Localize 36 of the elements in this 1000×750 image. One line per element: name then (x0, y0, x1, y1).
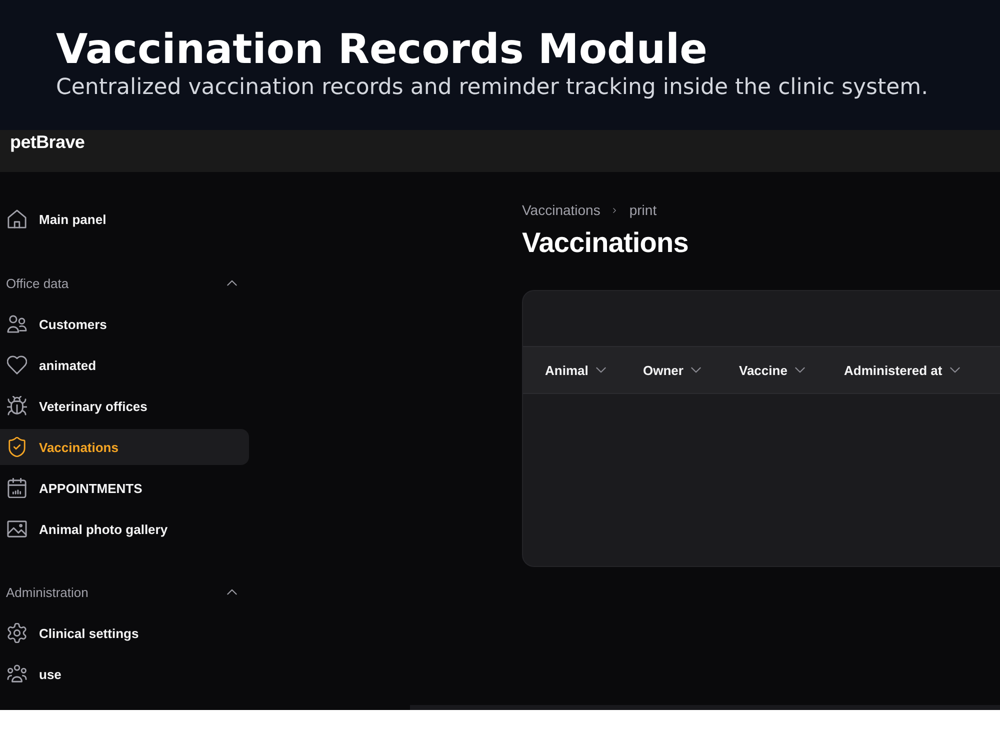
heart-icon (7, 355, 27, 375)
sidebar-item[interactable]: Customers (0, 306, 249, 342)
sidebar-item[interactable]: Animal photo gallery (0, 511, 249, 547)
sidebar-item[interactable]: use (0, 656, 249, 692)
breadcrumb-link[interactable]: Vaccinations (522, 202, 600, 218)
breadcrumb-current: print (629, 202, 657, 218)
section-header[interactable]: Office data (0, 265, 249, 301)
page-title: Vaccinations (522, 226, 690, 260)
column-header[interactable]: Vaccine (739, 347, 806, 393)
chevron-right-icon (612, 206, 618, 214)
app-logo: petBrave (10, 132, 85, 152)
section-header[interactable]: Administration (0, 574, 249, 610)
sidebar-item[interactable]: APPOINTMENTS (0, 470, 249, 506)
column-header[interactable]: Animal (545, 347, 606, 393)
image-icon (7, 519, 27, 539)
home-icon (7, 209, 27, 229)
group-icon (7, 664, 27, 684)
chevron-down-icon (691, 367, 702, 373)
horizontal-scrollbar[interactable] (410, 705, 1000, 710)
sidebar-item[interactable]: Vaccinations (0, 429, 249, 465)
settings-icon (7, 623, 27, 643)
sidebar-item[interactable]: Clinical settings (0, 615, 249, 651)
sidebar-item[interactable]: Main panel (0, 201, 249, 237)
sidebar-item[interactable]: animated (0, 347, 249, 383)
shield-check-icon (7, 437, 27, 457)
chevron-down-icon (950, 367, 960, 373)
column-header[interactable]: Administered at (844, 347, 960, 393)
column-header[interactable]: Owner (643, 347, 702, 393)
calendar-icon (7, 478, 27, 498)
bug-icon (7, 396, 27, 416)
chevron-down-icon (596, 367, 606, 373)
sidebar-item[interactable]: Veterinary offices (0, 388, 249, 424)
banner-title: Vaccination Records Module (56, 26, 708, 74)
banner-subtitle: Centralized vaccination records and reminder tracking inside the clinic system. (56, 74, 930, 100)
people-icon (7, 314, 27, 334)
chevron-down-icon (795, 367, 806, 373)
